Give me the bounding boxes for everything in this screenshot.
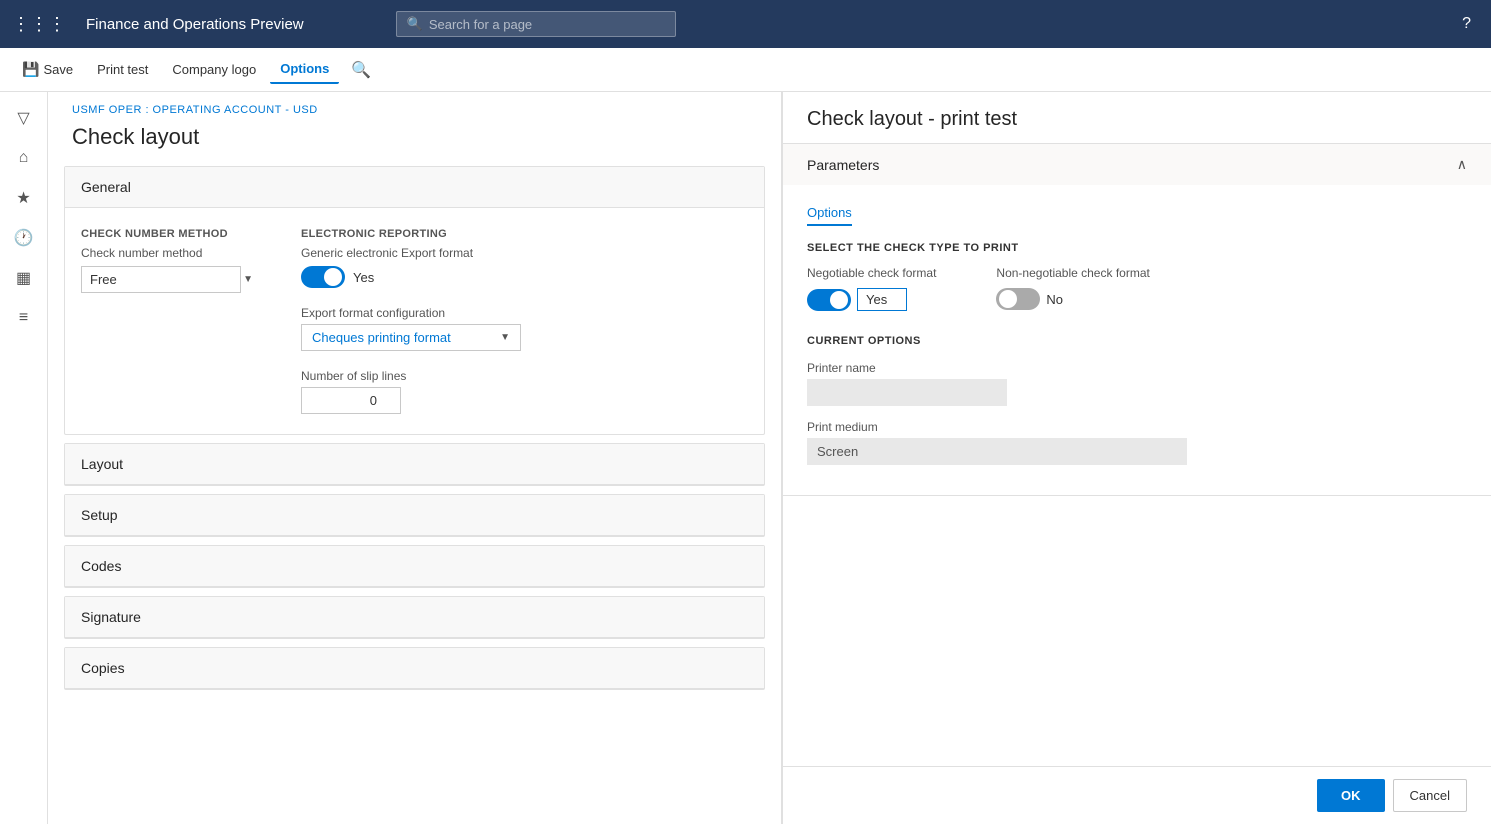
breadcrumb: USMF OPER : OPERATING ACCOUNT - USD xyxy=(48,92,781,120)
generic-export-toggle-label: Yes xyxy=(353,270,374,285)
section-general-body: CHECK NUMBER METHOD Check number method … xyxy=(65,208,764,434)
help-icon[interactable]: ? xyxy=(1462,15,1471,33)
non-negotiable-check-label: Non-negotiable check format xyxy=(996,266,1149,280)
options-tab[interactable]: Options xyxy=(807,201,852,226)
section-signature: Signature xyxy=(64,596,765,639)
non-negotiable-toggle-knob xyxy=(999,290,1017,308)
panel-footer: OK Cancel xyxy=(783,766,1491,824)
section-setup: Setup xyxy=(64,494,765,537)
print-medium-value: Screen xyxy=(807,438,1187,465)
export-format-group: Export format configuration Cheques prin… xyxy=(301,306,521,351)
section-layout-header[interactable]: Layout xyxy=(65,444,764,485)
print-medium-label: Print medium xyxy=(807,420,1467,434)
negotiable-check-label: Negotiable check format xyxy=(807,266,936,280)
left-sidebar: ▽ ⌂ ★ 🕐 ▦ ≡ xyxy=(0,92,48,824)
topbar: ⋮⋮⋮ Finance and Operations Preview 🔍 ? xyxy=(0,0,1491,48)
sidebar-filter-icon[interactable]: ▽ xyxy=(6,100,42,136)
export-config-label: Export format configuration xyxy=(301,306,521,320)
dropdown-arrow-icon: ▼ xyxy=(500,332,510,343)
negotiable-check-item: Negotiable check format xyxy=(807,266,936,311)
section-codes: Codes xyxy=(64,545,765,588)
electronic-reporting-label: ELECTRONIC REPORTING xyxy=(301,228,521,240)
app-title: Finance and Operations Preview xyxy=(86,16,304,33)
non-negotiable-toggle[interactable] xyxy=(996,288,1040,310)
options-button[interactable]: Options xyxy=(270,55,339,84)
negotiable-toggle[interactable] xyxy=(807,289,851,311)
printer-name-value xyxy=(807,379,1007,406)
section-general-header[interactable]: General xyxy=(65,167,764,208)
negotiable-toggle-wrapper xyxy=(807,288,936,311)
section-layout: Layout xyxy=(64,443,765,486)
select-check-type-label: SELECT THE CHECK TYPE TO PRINT xyxy=(807,242,1467,254)
params-header-title: Parameters xyxy=(807,157,879,173)
cancel-button[interactable]: Cancel xyxy=(1393,779,1467,812)
section-general: General CHECK NUMBER METHOD Check number… xyxy=(64,166,765,435)
non-negotiable-toggle-label: No xyxy=(1046,292,1063,307)
non-negotiable-toggle-wrapper: No xyxy=(996,288,1149,310)
save-button[interactable]: 💾 Save xyxy=(12,55,83,84)
toggle-knob xyxy=(324,268,342,286)
negotiable-text-input[interactable] xyxy=(857,288,907,311)
section-signature-header[interactable]: Signature xyxy=(65,597,764,638)
slip-lines-input[interactable] xyxy=(301,387,401,414)
check-number-method-field-label: Check number method xyxy=(81,246,261,260)
params-body: Options SELECT THE CHECK TYPE TO PRINT N… xyxy=(783,185,1491,495)
printer-name-row: Printer name xyxy=(807,361,1467,406)
check-number-select-wrapper: Free Sequential Manual ▼ xyxy=(81,266,261,293)
print-test-button[interactable]: Print test xyxy=(87,56,158,83)
section-copies: Copies xyxy=(64,647,765,690)
sidebar-recent-icon[interactable]: 🕐 xyxy=(6,220,42,256)
slip-lines-label: Number of slip lines xyxy=(301,369,521,383)
search-box[interactable]: 🔍 xyxy=(396,11,676,37)
commandbar: 💾 Save Print test Company logo Options 🔍 xyxy=(0,48,1491,92)
select-arrow-icon: ▼ xyxy=(243,274,253,285)
search-icon: 🔍 xyxy=(407,16,423,32)
section-setup-header[interactable]: Setup xyxy=(65,495,764,536)
electronic-reporting-group: ELECTRONIC REPORTING Generic electronic … xyxy=(301,228,521,414)
check-number-method-label: CHECK NUMBER METHOD xyxy=(81,228,261,240)
section-copies-header[interactable]: Copies xyxy=(65,648,764,689)
grid-menu-icon[interactable]: ⋮⋮⋮ xyxy=(12,14,66,35)
page-title: Check layout xyxy=(48,120,781,166)
negotiable-toggle-knob xyxy=(830,291,848,309)
content-area: USMF OPER : OPERATING ACCOUNT - USD Chec… xyxy=(48,92,781,824)
slip-lines-group: Number of slip lines xyxy=(301,369,521,414)
panel-title: Check layout - print test xyxy=(783,92,1491,144)
sidebar-favorites-icon[interactable]: ★ xyxy=(6,180,42,216)
sidebar-workspaces-icon[interactable]: ▦ xyxy=(6,260,42,296)
non-negotiable-check-item: Non-negotiable check format No xyxy=(996,266,1149,310)
save-icon: 💾 xyxy=(22,61,39,78)
ok-button[interactable]: OK xyxy=(1317,779,1385,812)
printer-name-label: Printer name xyxy=(807,361,1467,375)
current-options-title: CURRENT OPTIONS xyxy=(807,335,1467,347)
check-type-row: Negotiable check format Non-negotiable c… xyxy=(807,266,1467,311)
commandbar-search-button[interactable]: 🔍 xyxy=(343,54,379,86)
form-row-main: CHECK NUMBER METHOD Check number method … xyxy=(81,228,748,414)
check-number-select[interactable]: Free Sequential Manual xyxy=(81,266,241,293)
current-options-section: CURRENT OPTIONS Printer name Print mediu… xyxy=(807,335,1467,465)
params-collapse-icon: ∧ xyxy=(1457,156,1467,173)
check-number-method-group: CHECK NUMBER METHOD Check number method … xyxy=(81,228,261,293)
generic-export-toggle-wrapper: Yes xyxy=(301,266,521,288)
generic-export-label: Generic electronic Export format xyxy=(301,246,521,260)
generic-export-toggle[interactable] xyxy=(301,266,345,288)
sidebar-home-icon[interactable]: ⌂ xyxy=(6,140,42,176)
right-panel: Check layout - print test Parameters ∧ O… xyxy=(781,92,1491,824)
search-input[interactable] xyxy=(429,17,665,32)
section-codes-header[interactable]: Codes xyxy=(65,546,764,587)
export-format-dropdown[interactable]: Cheques printing format ▼ xyxy=(301,324,521,351)
params-section: Parameters ∧ Options SELECT THE CHECK TY… xyxy=(783,144,1491,496)
print-medium-row: Print medium Screen xyxy=(807,420,1467,465)
params-header[interactable]: Parameters ∧ xyxy=(783,144,1491,185)
panel-body: Parameters ∧ Options SELECT THE CHECK TY… xyxy=(783,144,1491,766)
company-logo-button[interactable]: Company logo xyxy=(162,56,266,83)
main-layout: ▽ ⌂ ★ 🕐 ▦ ≡ USMF OPER : OPERATING ACCOUN… xyxy=(0,92,1491,824)
sidebar-modules-icon[interactable]: ≡ xyxy=(6,300,42,336)
